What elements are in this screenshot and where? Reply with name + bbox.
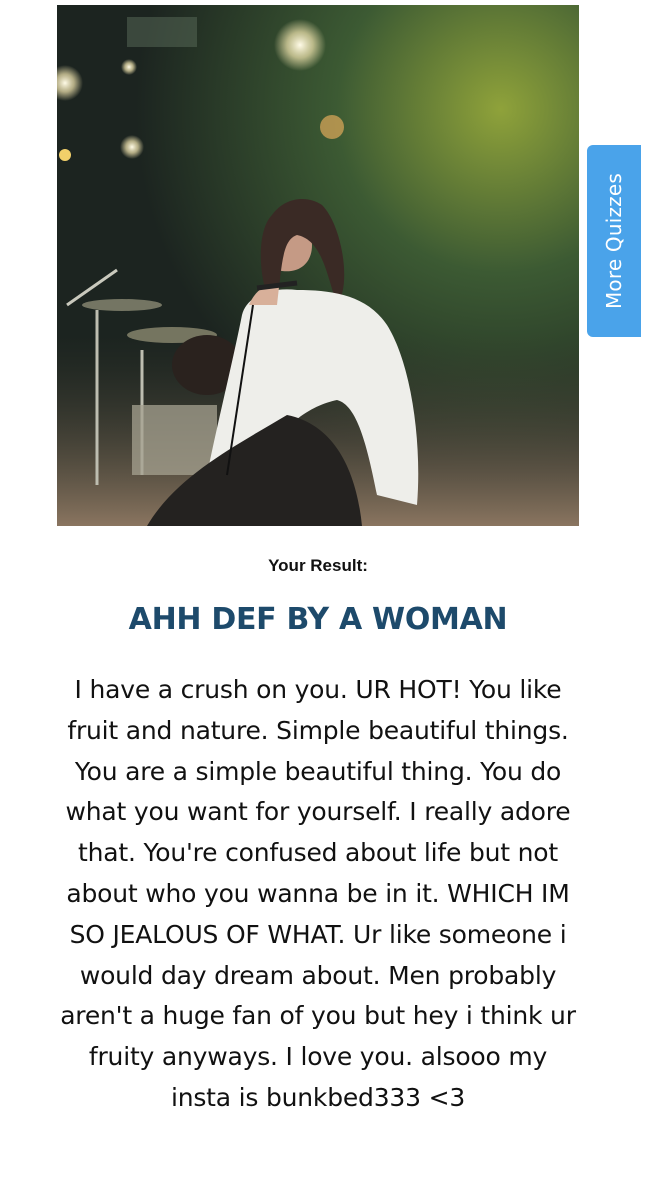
result-photo <box>57 5 579 526</box>
more-quizzes-label: More Quizzes <box>602 172 626 310</box>
result-title: AHH DEF BY A WOMAN <box>128 602 508 637</box>
result-label: Your Result: <box>268 556 368 575</box>
concert-photo-illustration <box>57 5 579 526</box>
result-description: I have a crush on you. UR HOT! You like … <box>60 675 576 1112</box>
more-quizzes-tab[interactable]: More Quizzes <box>587 145 641 337</box>
